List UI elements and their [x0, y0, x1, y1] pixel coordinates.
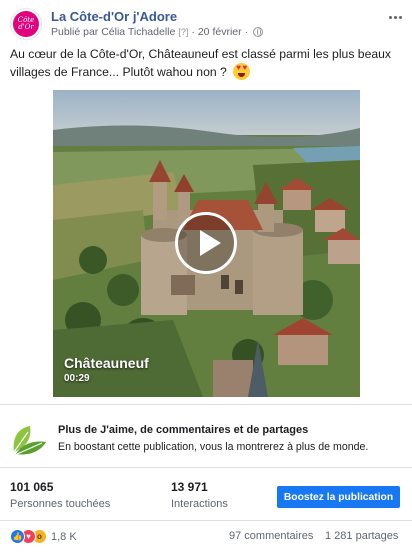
reaction-count[interactable]: 1,8 K — [51, 531, 77, 543]
boost-post-button[interactable]: Boostez la publication — [277, 486, 400, 508]
heart-eyes-emoji-icon — [233, 63, 251, 80]
post-text: Au cœur de la Côte-d'Or, Châteauneuf est… — [10, 46, 400, 81]
post-footer: 👍 ♥ o 1,8 K 97 commentaires 1 281 partag… — [0, 522, 412, 552]
post-meta: Publié par Célia Tichadelle [?] · 20 fév… — [51, 25, 402, 39]
post-header: Côte d'Or La Côte-d'Or j'Adore Publié pa… — [10, 8, 402, 40]
page-name-link[interactable]: La Côte-d'Or j'Adore — [51, 9, 402, 25]
reach-label: Personnes touchées — [10, 498, 111, 510]
page-logo: Côte d'Or — [13, 11, 39, 37]
boost-title: Plus de J'aime, de commentaires et de pa… — [58, 424, 309, 436]
reach-value: 101 065 — [10, 480, 54, 494]
post-date[interactable]: 20 février — [198, 25, 242, 39]
avatar-text-line2: d'Or — [18, 23, 34, 31]
video-title: Châteauneuf — [64, 355, 149, 371]
leaf-icon — [13, 426, 46, 455]
header-text: La Côte-d'Or j'Adore Publié par Célia Ti… — [51, 9, 402, 39]
post-insights: 101 065 Personnes touchées 13 971 Intera… — [0, 468, 412, 520]
comments-count[interactable]: 97 commentaires — [229, 530, 313, 542]
post-message: Au cœur de la Côte-d'Or, Châteauneuf est… — [10, 47, 392, 79]
boost-description: En boostant cette publication, vous la m… — [58, 441, 369, 453]
shares-count[interactable]: 1 281 partages — [325, 530, 398, 542]
video-duration: 00:29 — [64, 373, 90, 384]
interactions-label: Interactions — [171, 498, 228, 510]
like-icon: 👍 — [10, 529, 25, 544]
interactions-value: 13 971 — [171, 480, 208, 494]
globe-icon[interactable] — [253, 27, 264, 37]
divider — [0, 520, 412, 521]
reactions-summary[interactable]: 👍 ♥ o 1,8 K — [10, 529, 77, 544]
help-marker[interactable]: [?] — [178, 25, 188, 39]
video-player[interactable]: Châteauneuf 00:29 — [53, 90, 360, 397]
play-icon — [200, 230, 221, 256]
meta-separator-2: · — [244, 26, 249, 38]
boost-banner[interactable]: Plus de J'aime, de commentaires et de pa… — [0, 405, 412, 467]
meta-separator: · — [191, 26, 195, 38]
published-by[interactable]: Publié par Célia Tichadelle — [51, 25, 175, 39]
play-button[interactable] — [175, 212, 237, 274]
more-options-icon[interactable] — [389, 16, 402, 19]
page-avatar[interactable]: Côte d'Or — [10, 8, 42, 40]
